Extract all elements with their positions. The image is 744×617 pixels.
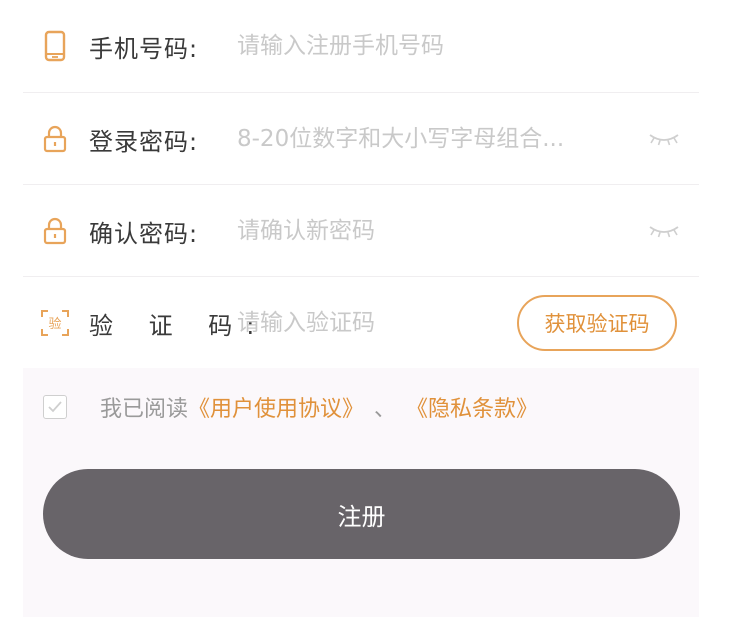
agreement-row: 我已阅读 《用户使用协议》 、 《隐私条款》 <box>43 390 538 424</box>
agreement-checkbox[interactable] <box>43 395 67 419</box>
agreement-separator: 、 <box>374 397 397 422</box>
register-button[interactable]: 注册 <box>43 469 680 559</box>
user-agreement-link[interactable]: 《用户使用协议》 <box>188 391 364 423</box>
lock-icon <box>40 214 70 248</box>
confirm-password-input[interactable] <box>235 210 629 252</box>
get-code-button[interactable]: 获取验证码 <box>517 295 677 351</box>
lock-icon <box>40 122 70 156</box>
confirm-password-row: 确认密码: <box>23 185 699 277</box>
phone-label: 手机号码: <box>89 34 199 63</box>
privacy-policy-link[interactable]: 《隐私条款》 <box>406 391 538 423</box>
password-label: 登录密码: <box>89 127 199 156</box>
phone-row: 手机号码: <box>23 0 699 92</box>
eye-closed-icon[interactable] <box>647 221 681 241</box>
password-input[interactable] <box>235 118 629 160</box>
password-row: 登录密码: <box>23 93 699 185</box>
svg-text:验: 验 <box>48 316 61 332</box>
verify-code-icon: 验 <box>40 306 70 340</box>
verification-code-input[interactable] <box>235 302 509 344</box>
check-icon <box>48 401 62 413</box>
phone-input[interactable] <box>235 25 629 67</box>
phone-icon <box>40 29 70 63</box>
eye-closed-icon[interactable] <box>647 129 681 149</box>
confirm-password-label: 确认密码: <box>89 219 199 248</box>
agreement-prefix: 我已阅读 <box>100 397 189 422</box>
verification-code-row: 验 验 证 码: 获取验证码 <box>23 277 699 369</box>
